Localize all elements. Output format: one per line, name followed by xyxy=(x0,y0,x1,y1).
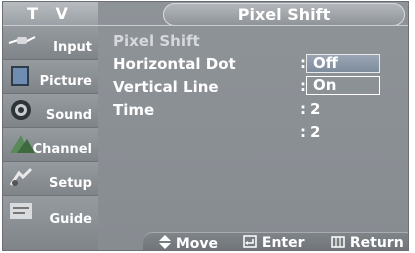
sidebar-item-label: Setup xyxy=(49,176,92,191)
return-hint: Return xyxy=(331,235,404,251)
enter-label: Enter xyxy=(261,235,305,251)
option-vertical-line[interactable]: Vertical Line xyxy=(113,78,219,96)
option-colon: : xyxy=(300,123,306,141)
sidebar-item-label: Guide xyxy=(49,212,92,227)
sidebar: Input Picture Sound Channel Setup Guide xyxy=(3,26,98,250)
enter-hint: Enter xyxy=(243,235,305,251)
option-time[interactable]: Time xyxy=(113,101,154,119)
sidebar-item-sound[interactable]: Sound xyxy=(3,94,98,128)
option-horizontal-dot[interactable]: Horizontal Dot xyxy=(113,55,236,73)
tv-tab: T V xyxy=(3,2,98,25)
speaker-icon xyxy=(11,100,31,120)
sidebar-item-setup[interactable]: Setup xyxy=(3,162,98,196)
sidebar-item-guide[interactable]: Guide xyxy=(3,196,98,250)
option-pixel-shift[interactable]: Pixel Shift xyxy=(113,32,200,50)
dropdown-option-on[interactable]: On xyxy=(306,76,380,95)
sidebar-item-input[interactable]: Input xyxy=(3,26,98,60)
dropdown-option-off[interactable]: Off xyxy=(306,54,380,73)
sidebar-item-picture[interactable]: Picture xyxy=(3,60,98,94)
option-colon: : xyxy=(300,100,306,118)
updown-arrow-icon xyxy=(159,235,171,249)
tv-osd-frame: T V Pixel Shift Input Picture Sound Chan… xyxy=(0,0,415,253)
input-plug-icon xyxy=(8,36,36,44)
vertical-line-value: 2 xyxy=(310,100,321,118)
page-title: Pixel Shift xyxy=(163,3,405,26)
sidebar-item-label: Channel xyxy=(32,142,92,157)
sidebar-item-channel[interactable]: Channel xyxy=(3,128,98,162)
move-label: Move xyxy=(175,236,219,251)
guide-icon xyxy=(10,203,32,219)
sidebar-item-label: Picture xyxy=(39,74,92,89)
osd-screen: T V Pixel Shift Input Picture Sound Chan… xyxy=(2,1,409,251)
sidebar-item-label: Input xyxy=(53,40,92,55)
return-label: Return xyxy=(349,235,404,251)
enter-icon xyxy=(243,235,257,248)
move-hint: Move xyxy=(159,235,219,251)
picture-icon xyxy=(11,66,29,86)
return-icon xyxy=(331,236,345,248)
time-value: 2 xyxy=(310,123,321,141)
setup-icon xyxy=(9,167,33,186)
sidebar-item-label: Sound xyxy=(45,108,92,123)
bottom-navigation-bar: Move Enter Return xyxy=(143,232,408,251)
